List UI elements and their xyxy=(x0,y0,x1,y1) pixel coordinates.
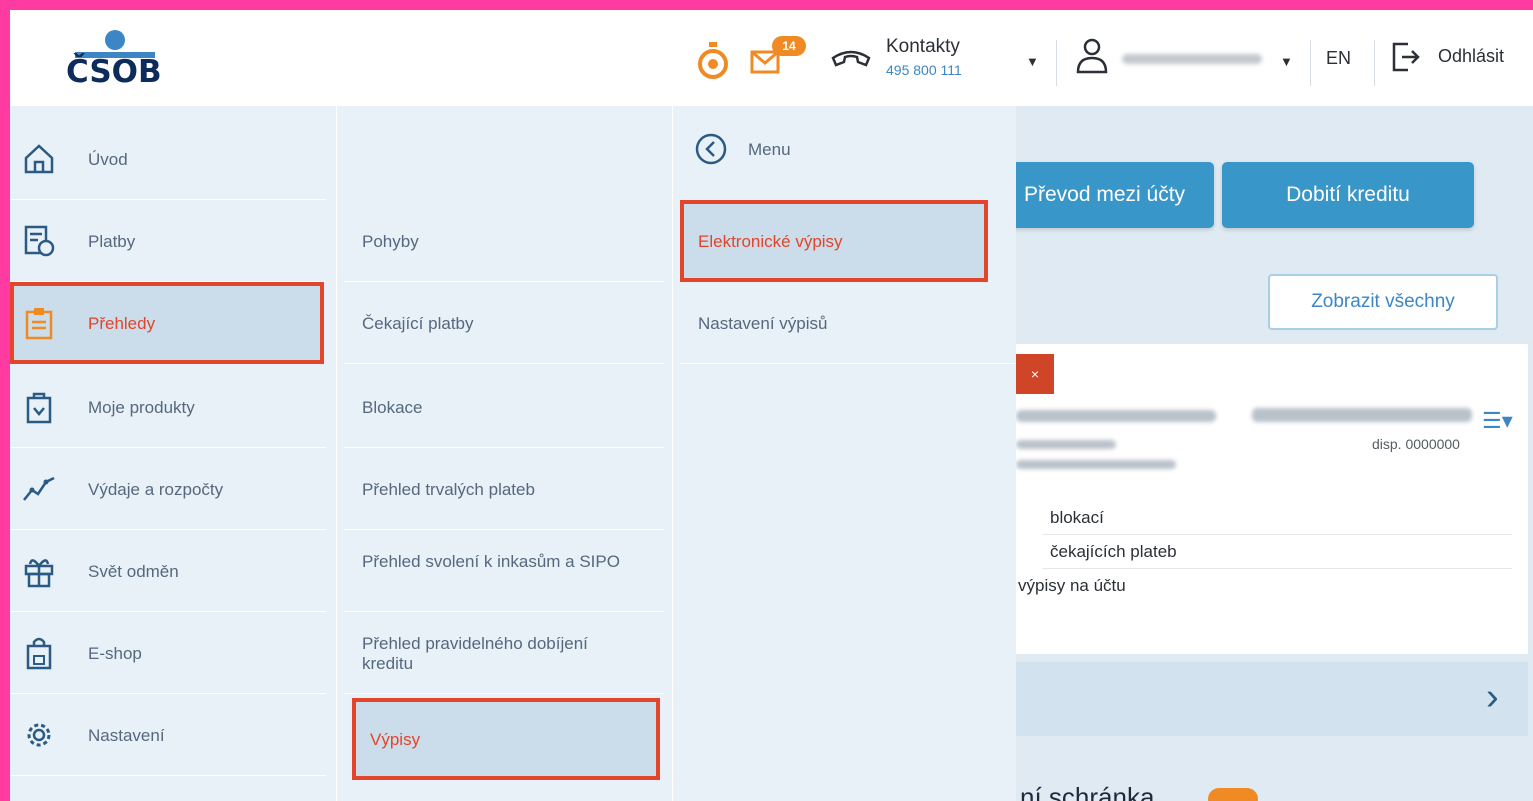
divider xyxy=(1042,568,1512,569)
submenu-item-label: Přehled pravidelného dobíjení kreditu xyxy=(362,634,588,673)
settings-icon xyxy=(27,723,51,747)
account-card: × ☰▾ disp. 0000000 blokací čekajících pl… xyxy=(1016,344,1528,654)
submenu-item-cekajici-platby[interactable]: Čekající platby xyxy=(344,282,664,364)
contacts-phone: 495 800 111 xyxy=(886,62,962,78)
menu-item-uvod[interactable]: Úvod xyxy=(10,118,326,200)
submenu-item-label: Čekající platby xyxy=(362,314,474,333)
submenu-item-label: Blokace xyxy=(362,398,423,417)
language-switch[interactable]: EN xyxy=(1326,48,1351,69)
submenu-item-label: Pohyby xyxy=(362,232,419,251)
submenu-item-blokace[interactable]: Blokace xyxy=(344,366,664,448)
products-icon xyxy=(26,392,52,424)
menu-item-label: Přehledy xyxy=(88,314,156,333)
shop-icon xyxy=(26,637,52,670)
menu-item-svet-odmen[interactable]: Svět odměn xyxy=(10,530,326,612)
transfer-between-accounts-button[interactable]: Převod mezi účty xyxy=(996,162,1214,228)
contacts-caret-icon[interactable]: ▼ xyxy=(1026,54,1039,69)
header-divider xyxy=(1310,40,1311,86)
show-all-button[interactable]: Zobrazit všechny xyxy=(1268,274,1498,330)
redacted-line xyxy=(1016,440,1116,449)
menu-item-elektronicke-vypisy[interactable]: Elektronické výpisy xyxy=(680,200,988,282)
clipboard-icon xyxy=(25,308,53,340)
account-badge: × xyxy=(1016,354,1054,394)
main-menu-column: Úvod Platby Přehledy Moje produkty Výdaj… xyxy=(10,106,326,801)
menu-item-moje-produkty[interactable]: Moje produkty xyxy=(10,366,326,448)
timer-icon[interactable] xyxy=(696,40,730,80)
user-caret-icon[interactable]: ▼ xyxy=(1280,54,1293,69)
third-item-label: Elektronické výpisy xyxy=(698,232,843,251)
third-level-column: Menu Elektronické výpisy Nastavení výpis… xyxy=(680,106,1016,801)
logo-text: ČSOB xyxy=(66,54,162,90)
menu-back-button[interactable]: Menu xyxy=(680,118,1016,178)
menu-item-label: Nastavení xyxy=(88,726,165,745)
chevron-left-circle-icon xyxy=(695,133,727,165)
mail-count-badge: 14 xyxy=(772,36,806,56)
top-header: ČSOB 14 Kontakty 495 800 111 ▼ ▼ EN Odhl… xyxy=(10,10,1533,106)
third-item-label: Nastavení výpisů xyxy=(698,314,828,333)
menu-item-label: Platby xyxy=(88,232,136,251)
topup-credit-button[interactable]: Dobití kreditu xyxy=(1222,162,1474,228)
menu-item-nastaveni[interactable]: Nastavení xyxy=(10,694,326,776)
menu-item-prehledy[interactable]: Přehledy xyxy=(10,282,324,364)
menu-item-label: E-shop xyxy=(88,644,142,663)
menu-item-label: Svět odměn xyxy=(88,562,179,581)
menu-item-eshop[interactable]: E-shop xyxy=(10,612,326,694)
back-label: Menu xyxy=(748,140,791,159)
count-badge xyxy=(1208,788,1258,801)
account-number-redacted xyxy=(1252,408,1472,422)
pending-payments-link[interactable]: čekajících plateb xyxy=(1050,542,1177,562)
submenu-item-pohyby[interactable]: Pohyby xyxy=(344,200,664,282)
column-divider xyxy=(336,106,337,801)
blocking-link[interactable]: blokací xyxy=(1050,508,1104,528)
column-divider xyxy=(672,106,673,801)
home-icon xyxy=(24,144,54,174)
menu-item-label: Moje produkty xyxy=(88,398,195,417)
section-heading: ní schránka xyxy=(1020,782,1155,801)
user-name-redacted[interactable] xyxy=(1122,54,1262,64)
user-icon[interactable] xyxy=(1074,36,1110,76)
submenu-item-label: Přehled svolení k inkasům a SIPO xyxy=(362,552,620,571)
submenu-item-vypisy[interactable]: Výpisy xyxy=(352,698,660,780)
account-name-redacted xyxy=(1016,410,1216,422)
chevron-right-icon[interactable]: › xyxy=(1486,676,1499,719)
divider xyxy=(1042,534,1512,535)
disposition-number: disp. 0000000 xyxy=(1372,436,1460,452)
menu-item-label: Výdaje a rozpočty xyxy=(88,480,224,499)
header-divider xyxy=(1374,40,1375,86)
chart-icon xyxy=(23,476,55,501)
redacted-line xyxy=(1016,460,1176,469)
phone-icon xyxy=(831,50,871,67)
submenu-item-label: Výpisy xyxy=(370,730,421,749)
account-menu-icon[interactable]: ☰▾ xyxy=(1482,408,1518,433)
payments-icon xyxy=(24,225,55,257)
submenu-item-trvale-platby[interactable]: Přehled trvalých plateb xyxy=(344,448,664,530)
menu-item-vydaje[interactable]: Výdaje a rozpočty xyxy=(10,448,326,530)
menu-item-label: Úvod xyxy=(88,150,128,169)
app-frame: ČSOB 14 Kontakty 495 800 111 ▼ ▼ EN Odhl… xyxy=(10,10,1533,801)
submenu-item-label: Přehled trvalých plateb xyxy=(362,480,535,499)
account-statements-link[interactable]: výpisy na účtu xyxy=(1018,576,1126,596)
expand-row[interactable]: › xyxy=(1016,662,1528,736)
logout-icon[interactable] xyxy=(1390,40,1422,74)
contacts-link[interactable]: Kontakty xyxy=(886,36,960,58)
navigation-menu: Úvod Platby Přehledy Moje produkty Výdaj… xyxy=(10,106,1016,801)
submenu-item-inkasa-sipo[interactable]: Přehled svolení k inkasům a SIPO xyxy=(344,530,664,612)
logout-link[interactable]: Odhlásit xyxy=(1438,46,1504,67)
menu-item-platby[interactable]: Platby xyxy=(10,200,326,282)
gift-icon xyxy=(24,559,54,588)
header-divider xyxy=(1056,40,1057,86)
submenu-item-dobijeni-kreditu[interactable]: Přehled pravidelného dobíjení kreditu xyxy=(344,612,664,694)
menu-item-nastaveni-vypisu[interactable]: Nastavení výpisů xyxy=(680,282,1016,364)
dashboard-content: Převod mezi účty Dobití kreditu Zobrazit… xyxy=(996,106,1533,801)
submenu-column: Pohyby Čekající platby Blokace Přehled t… xyxy=(344,106,664,801)
